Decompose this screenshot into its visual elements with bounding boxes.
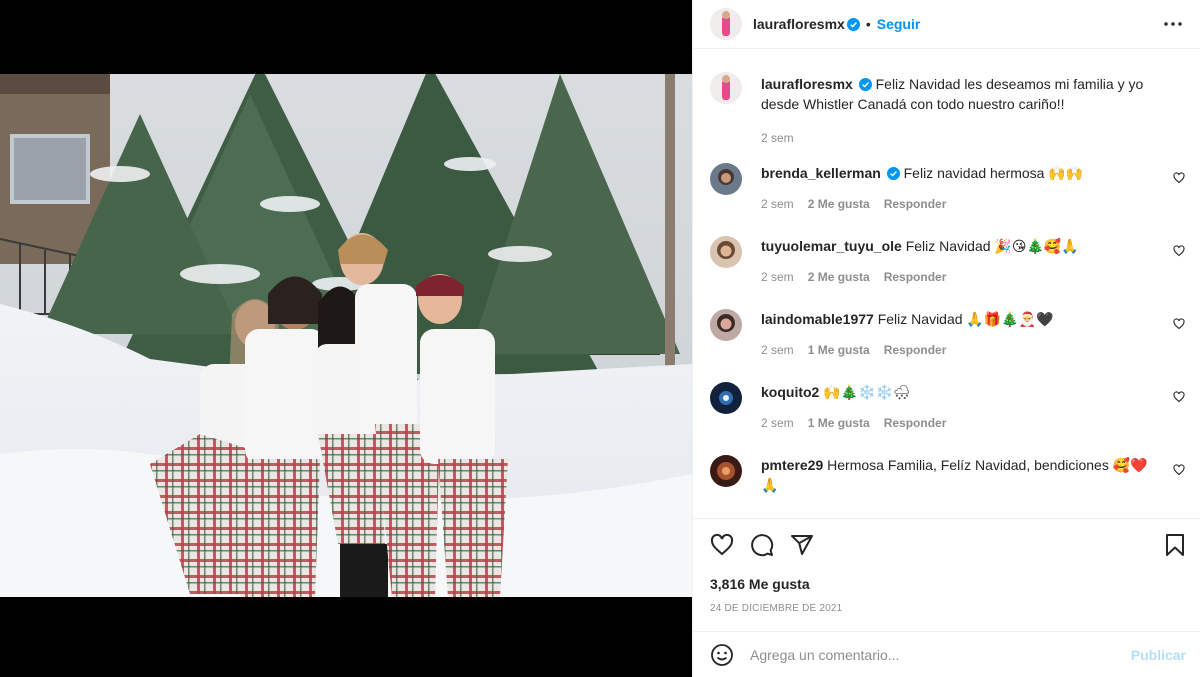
author-avatar[interactable]: [710, 72, 742, 104]
comment-likes[interactable]: 2 Me gusta: [808, 267, 870, 287]
commenter-username[interactable]: tuyuolemar_tuyu_ole: [761, 238, 902, 254]
caption-meta: 2 sem: [761, 128, 1185, 148]
more-options-icon[interactable]: [1163, 14, 1183, 34]
follow-button[interactable]: Seguir: [877, 16, 921, 32]
share-icon[interactable]: [790, 533, 814, 557]
post-modal: lauraflores​mx • Seguir lauraflores​mx: [0, 0, 1200, 677]
commenter-username[interactable]: brenda_kellerman: [761, 165, 881, 181]
comment-timestamp[interactable]: 2 sem: [761, 340, 794, 360]
comment-likes[interactable]: 2 Me gusta: [808, 194, 870, 214]
comment-body: brenda_kellerman Feliz navidad hermosa 🙌…: [761, 163, 1155, 214]
commenter-username[interactable]: laindomable1977: [761, 311, 874, 327]
commenter-avatar[interactable]: [710, 382, 742, 414]
comment-item: pmtere29 Hermosa Familia, Felíz Navidad,…: [710, 455, 1185, 515]
comment-body: pmtere29 Hermosa Familia, Felíz Navidad,…: [761, 455, 1155, 495]
verified-badge-icon: [886, 165, 900, 180]
media-area: [0, 0, 692, 677]
author-username[interactable]: lauraflores​mx: [753, 16, 845, 32]
comment-text: Feliz Navidad 🙏🎁🎄🎅🖤: [877, 311, 1054, 327]
comment-body: tuyuolemar_tuyu_ole Feliz Navidad 🎉😘🎄🥰🙏 …: [761, 236, 1155, 287]
action-icons-row: [710, 533, 814, 557]
author-avatar[interactable]: [710, 8, 742, 40]
comment-timestamp[interactable]: 2 sem: [761, 267, 794, 287]
comment-meta: 2 sem 1 Me gusta Responder: [761, 340, 1155, 360]
commenter-avatar[interactable]: [710, 309, 742, 341]
author-name-row: lauraflores​mx • Seguir: [753, 16, 920, 32]
commenter-avatar[interactable]: [710, 236, 742, 268]
post-caption: lauraflores​mx Feliz Navidad les deseamo…: [710, 72, 1185, 145]
comment-item: koquito2 🙌🎄❄️❄️🌨 2 sem 1 Me gusta Respon…: [710, 382, 1185, 442]
comment-meta: 2 sem 1 Me gusta Responder: [761, 413, 1155, 433]
like-comment-heart-icon[interactable]: [1173, 317, 1185, 330]
comment-input[interactable]: [750, 646, 1110, 663]
commenter-username[interactable]: koquito2: [761, 384, 819, 400]
reply-button[interactable]: Responder: [884, 340, 947, 360]
likes-count[interactable]: 3,816 Me gusta: [710, 576, 810, 592]
verified-badge-icon: [858, 76, 872, 91]
emoji-icon[interactable]: [710, 643, 734, 667]
comment-text: Feliz Navidad 🎉😘🎄🥰🙏: [905, 238, 1079, 254]
commenter-avatar[interactable]: [710, 455, 742, 487]
caption-timestamp[interactable]: 2 sem: [761, 128, 794, 148]
comment-meta: 2 sem 2 Me gusta Responder: [761, 267, 1155, 287]
post-date[interactable]: 24 DE DICIEMBRE DE 2021: [710, 603, 842, 614]
reply-button[interactable]: Responder: [884, 267, 947, 287]
caption-body: lauraflores​mx Feliz Navidad les deseamo…: [761, 74, 1185, 148]
comment-item: laindomable1977 Feliz Navidad 🙏🎁🎄🎅🖤 2 se…: [710, 309, 1185, 369]
comment-text: 🙌🎄❄️❄️🌨: [823, 384, 911, 400]
comment-body: laindomable1977 Feliz Navidad 🙏🎁🎄🎅🖤 2 se…: [761, 309, 1155, 360]
comment-icon[interactable]: [750, 533, 774, 557]
comments-list[interactable]: lauraflores​mx Feliz Navidad les deseamo…: [693, 49, 1200, 518]
reply-button[interactable]: Responder: [884, 413, 947, 433]
post-header: lauraflores​mx • Seguir: [693, 0, 1200, 49]
comment-meta: 2 sem 2 Me gusta Responder: [761, 194, 1155, 214]
like-comment-heart-icon[interactable]: [1173, 171, 1185, 184]
comment-body: koquito2 🙌🎄❄️❄️🌨 2 sem 1 Me gusta Respon…: [761, 382, 1155, 433]
heart-icon[interactable]: [710, 533, 734, 557]
verified-badge-icon: [846, 17, 860, 31]
commenter-avatar[interactable]: [710, 163, 742, 195]
caption-username[interactable]: lauraflores​mx: [761, 76, 853, 92]
commenter-username[interactable]: pmtere29: [761, 457, 823, 473]
reply-button[interactable]: Responder: [884, 194, 947, 214]
comment-likes[interactable]: 1 Me gusta: [808, 340, 870, 360]
separator-dot: •: [865, 16, 871, 32]
like-comment-heart-icon[interactable]: [1173, 244, 1185, 257]
post-actions: 3,816 Me gusta 24 DE DICIEMBRE DE 2021: [693, 518, 1200, 631]
add-comment-bar: Publicar: [693, 631, 1200, 677]
comment-likes[interactable]: 1 Me gusta: [808, 413, 870, 433]
like-comment-heart-icon[interactable]: [1173, 463, 1185, 476]
comment-item: brenda_kellerman Feliz navidad hermosa 🙌…: [710, 163, 1185, 223]
bookmark-icon[interactable]: [1163, 533, 1187, 557]
post-sidebar: lauraflores​mx • Seguir lauraflores​mx: [692, 0, 1200, 677]
comment-text: Feliz navidad hermosa 🙌🙌: [903, 165, 1084, 181]
post-photo[interactable]: [0, 74, 692, 597]
comment-timestamp[interactable]: 2 sem: [761, 194, 794, 214]
like-comment-heart-icon[interactable]: [1173, 390, 1185, 403]
comment-item: tuyuolemar_tuyu_ole Feliz Navidad 🎉😘🎄🥰🙏 …: [710, 236, 1185, 296]
publish-button[interactable]: Publicar: [1131, 647, 1186, 663]
comment-timestamp[interactable]: 2 sem: [761, 413, 794, 433]
